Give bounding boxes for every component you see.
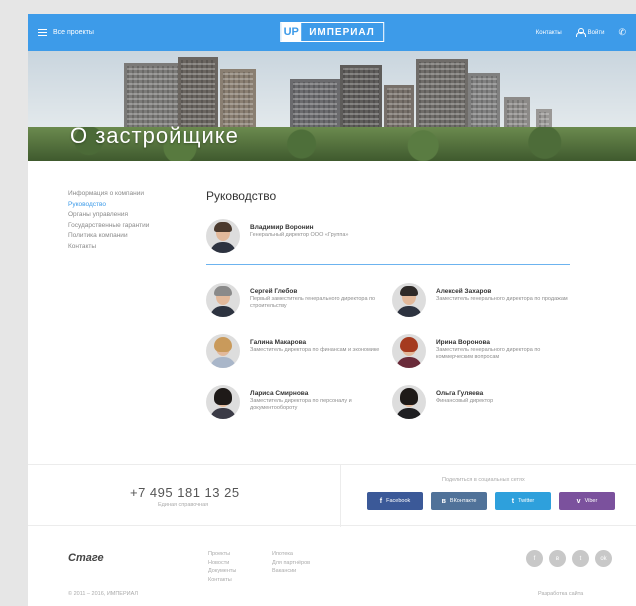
contacts-bar: +7 495 181 13 25 Единая справочная Подел… [28, 464, 636, 527]
header: Все проекты UP ИМПЕРИАЛ Контакты Войти ✆ [28, 14, 636, 51]
vk-icon: в [441, 497, 446, 505]
viber-icon: v [576, 497, 581, 505]
contact-phone[interactable]: +7 495 181 13 25 [130, 485, 240, 500]
person-name: Владимир Воронин [250, 224, 314, 231]
twitter-icon: t [511, 497, 515, 505]
avatar [392, 385, 426, 419]
footer-socials: f в t ok [526, 550, 612, 567]
twitter-icon[interactable]: t [572, 550, 589, 567]
content: Информация о компании Руководство Органы… [28, 161, 636, 461]
login-button[interactable]: Войти [575, 28, 605, 37]
footer-link[interactable]: Проекты [208, 550, 236, 559]
side-nav-item-management[interactable]: Руководство [68, 200, 149, 211]
side-nav-item-contacts[interactable]: Контакты [68, 242, 149, 253]
vk-icon[interactable]: в [549, 550, 566, 567]
avatar [206, 385, 240, 419]
facebook-icon: f [379, 497, 383, 505]
footer-link[interactable]: Документы [208, 567, 236, 576]
logo[interactable]: UP ИМПЕРИАЛ [280, 22, 384, 42]
logo-text: ИМПЕРИАЛ [309, 26, 375, 38]
avatar [206, 334, 240, 368]
person-name: Ольга Гуляева [436, 390, 484, 397]
person-name: Галина Макарова [250, 339, 307, 346]
side-nav: Информация о компании Руководство Органы… [68, 189, 149, 252]
footer-links-col-1: Проекты Новости Документы Контакты [208, 550, 236, 584]
footer-link[interactable]: Новости [208, 559, 236, 568]
person-card: Галина Макарова Заместитель директора по… [206, 334, 391, 368]
hamburger-icon [38, 29, 47, 36]
person-card: Ольга Гуляева Финансовый директор [392, 385, 577, 419]
contacts-link[interactable]: Контакты [536, 30, 562, 36]
footer-logo[interactable]: Стаге [68, 552, 104, 564]
header-right: Контакты Войти ✆ [536, 27, 626, 38]
person-card: Ирина Воронова Заместитель генерального … [392, 334, 577, 368]
side-nav-item-guarantees[interactable]: Государственные гарантии [68, 221, 149, 232]
footer: Стаге Проекты Новости Документы Контакты… [28, 526, 636, 606]
person-card: Лариса Смирнова Заместитель директора по… [206, 385, 391, 419]
login-label: Войти [587, 29, 605, 36]
avatar [206, 219, 240, 253]
odnoklassniki-icon[interactable]: ok [595, 550, 612, 567]
side-nav-item-governance[interactable]: Органы управления [68, 210, 149, 221]
divider [206, 264, 570, 265]
person-role: Заместитель директора по финансам и экон… [250, 347, 380, 353]
person-name: Сергей Глебов [250, 288, 298, 295]
footer-link[interactable]: Ипотека [272, 550, 310, 559]
share-vk-button[interactable]: в ВКонтакте [431, 492, 487, 510]
person-role: Финансовый директор [436, 398, 494, 404]
share-buttons: f Facebook в ВКонтакте t Twitter v Viber [367, 492, 615, 510]
menu-button[interactable]: Все проекты [38, 29, 94, 36]
share-twitter-button[interactable]: t Twitter [495, 492, 551, 510]
avatar [392, 334, 426, 368]
person-role: Заместитель генерального директора по ко… [436, 347, 541, 360]
footer-link[interactable]: Для партнёров [272, 559, 310, 568]
logo-mark: UP [281, 23, 302, 41]
footer-links-col-2: Ипотека Для партнёров Вакансии [272, 550, 310, 576]
facebook-icon[interactable]: f [526, 550, 543, 567]
contact-phone-note: Единая справочная [158, 502, 209, 508]
person-role: Первый заместитель генерального директор… [250, 296, 376, 309]
person-name: Лариса Смирнова [250, 390, 309, 397]
copyright: © 2011 – 2016, ИМПЕРИАЛ [68, 591, 138, 597]
share-facebook-button[interactable]: f Facebook [367, 492, 423, 510]
person-name: Ирина Воронова [436, 339, 491, 346]
phone-icon[interactable]: ✆ [618, 27, 626, 38]
page: Все проекты UP ИМПЕРИАЛ Контакты Войти ✆… [28, 14, 636, 606]
person-role: Заместитель генерального директора по пр… [436, 296, 568, 302]
user-icon [575, 28, 586, 37]
avatar [206, 283, 240, 317]
share-label: Поделиться в социальных сетях [442, 477, 525, 483]
person-card: Алексей Захаров Заместитель генерального… [392, 283, 577, 317]
footer-link[interactable]: Контакты [208, 576, 236, 585]
side-nav-item-info[interactable]: Информация о компании [68, 189, 149, 200]
hero-banner: О застройщике [28, 51, 636, 161]
person-name: Алексей Захаров [436, 288, 492, 295]
avatar [392, 283, 426, 317]
person-role: Заместитель директора по персоналу и док… [250, 398, 352, 411]
side-nav-item-policy[interactable]: Политика компании [68, 231, 149, 242]
page-title: Руководство [206, 189, 277, 203]
person-card-head: Владимир Воронин Генеральный директор ОО… [206, 219, 391, 253]
menu-label: Все проекты [53, 29, 94, 36]
person-card: Сергей Глебов Первый заместитель генерал… [206, 283, 391, 317]
footer-link[interactable]: Вакансии [272, 567, 310, 576]
developer-link[interactable]: Разработка сайта [538, 591, 583, 597]
hero-title: О застройщике [70, 123, 239, 148]
share-viber-button[interactable]: v Viber [559, 492, 615, 510]
person-role: Генеральный директор ООО «Группа» [250, 232, 349, 238]
